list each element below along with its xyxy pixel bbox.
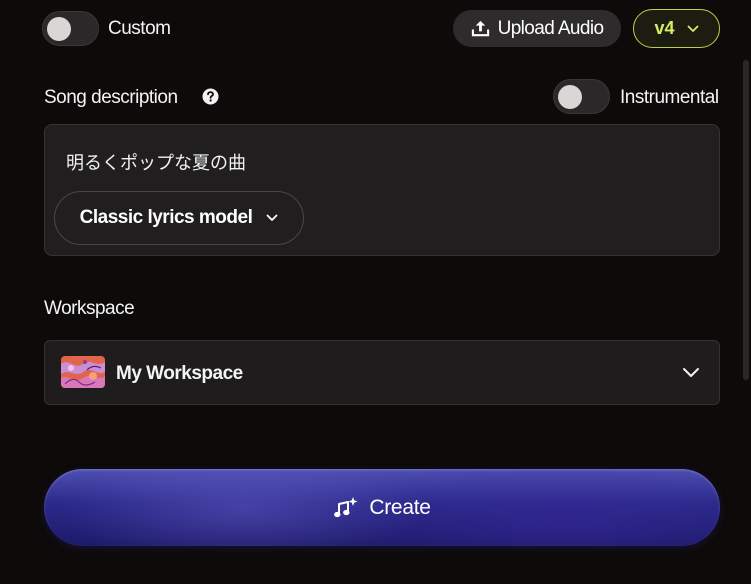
song-description-textarea[interactable]: 明るくポップな夏の曲 Classic lyrics model xyxy=(44,124,720,256)
scrollbar-thumb[interactable] xyxy=(743,60,749,380)
workspace-select[interactable]: My Workspace xyxy=(44,340,720,405)
instrumental-toggle-label: Instrumental xyxy=(620,87,719,108)
chevron-down-icon xyxy=(682,367,700,378)
create-button[interactable]: Create xyxy=(44,469,720,546)
song-description-text: 明るくポップな夏の曲 xyxy=(66,153,246,174)
question-circle-icon[interactable] xyxy=(202,88,219,105)
workspace-name: My Workspace xyxy=(116,363,243,384)
create-button-label: Create xyxy=(369,495,431,519)
lyrics-model-select[interactable]: Classic lyrics model xyxy=(54,191,304,245)
instrumental-toggle[interactable] xyxy=(553,79,610,114)
music-sparkle-icon xyxy=(333,496,359,520)
version-value: v4 xyxy=(654,18,675,38)
upload-audio-button[interactable]: Upload Audio xyxy=(453,10,621,47)
custom-toggle[interactable] xyxy=(42,11,99,46)
scrollbar[interactable] xyxy=(741,0,751,584)
workspace-label: Workspace xyxy=(44,298,135,319)
song-description-label: Song description xyxy=(44,87,178,108)
upload-audio-label: Upload Audio xyxy=(497,17,604,39)
chevron-down-icon xyxy=(266,214,278,222)
chevron-down-icon xyxy=(687,25,699,33)
workspace-thumbnail xyxy=(61,356,105,388)
toggle-knob xyxy=(558,84,582,109)
lyrics-model-label: Classic lyrics model xyxy=(79,207,253,228)
toggle-knob xyxy=(47,16,71,41)
upload-icon xyxy=(471,19,490,38)
custom-toggle-label: Custom xyxy=(108,18,171,39)
version-select[interactable]: v4 xyxy=(633,9,720,48)
